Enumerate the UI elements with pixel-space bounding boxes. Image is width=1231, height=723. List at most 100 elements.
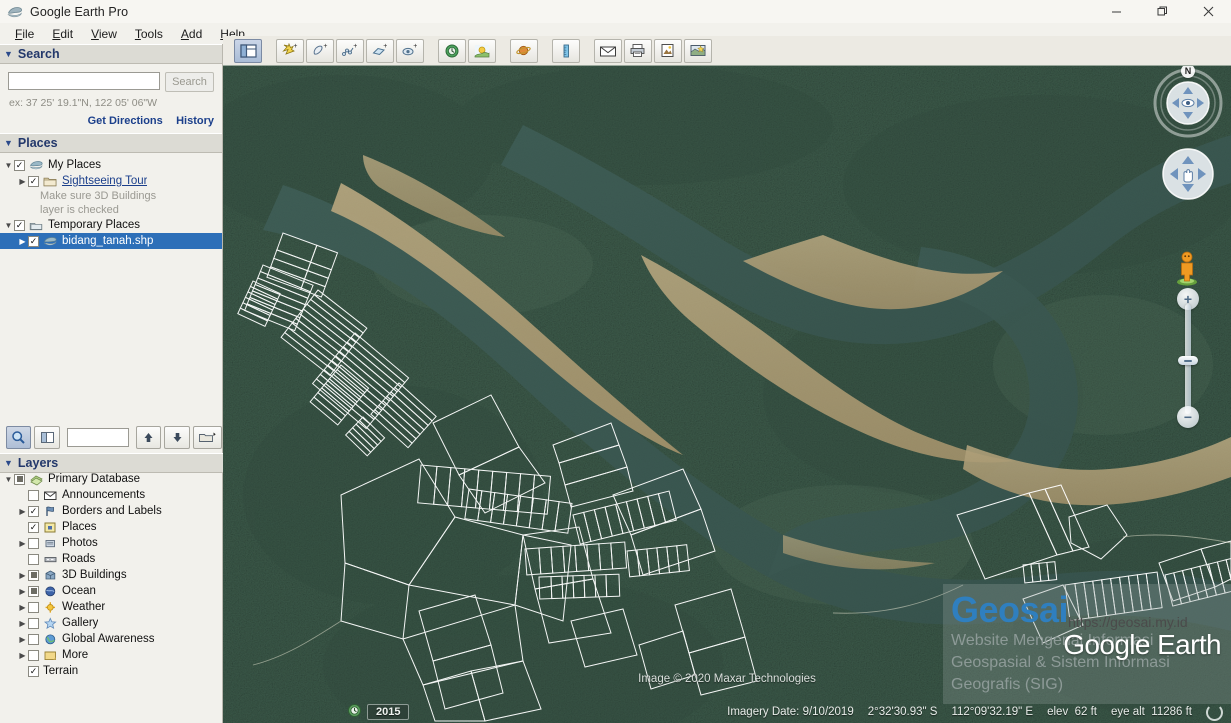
menu-tools[interactable]: Tools xyxy=(126,25,172,43)
chevron-down-icon: ▼ xyxy=(4,138,13,148)
close-button[interactable] xyxy=(1185,0,1231,23)
checkbox[interactable] xyxy=(14,473,25,485)
checkbox[interactable] xyxy=(28,489,39,501)
new-folder-button[interactable] xyxy=(192,425,223,449)
move-joystick[interactable] xyxy=(1160,146,1216,202)
print-button[interactable] xyxy=(624,38,652,63)
checkbox[interactable] xyxy=(28,553,39,565)
move-down-button[interactable] xyxy=(164,425,190,449)
add-placemark-button[interactable]: + xyxy=(276,38,304,63)
checkbox[interactable] xyxy=(28,649,39,661)
layers-item-more[interactable]: ▶ More xyxy=(0,647,222,663)
zoom-slider[interactable]: + − xyxy=(1177,288,1199,428)
expand-arrow-icon[interactable]: ▼ xyxy=(3,221,14,230)
zoom-handle[interactable] xyxy=(1178,356,1198,365)
email-button[interactable] xyxy=(594,38,622,63)
checkbox[interactable]: ✓ xyxy=(28,235,39,247)
history-link[interactable]: History xyxy=(176,115,214,127)
toggle-sidebar-button[interactable] xyxy=(234,38,262,63)
add-path-button[interactable]: + xyxy=(336,38,364,63)
sunlight-button[interactable] xyxy=(468,38,496,63)
checkbox[interactable] xyxy=(28,601,39,613)
layers-item-label: 3D Buildings xyxy=(62,569,127,581)
add-image-overlay-button[interactable]: + xyxy=(366,38,394,63)
checkbox[interactable] xyxy=(28,569,39,581)
switch-to-sky-button[interactable] xyxy=(510,38,538,63)
get-directions-link[interactable]: Get Directions xyxy=(88,115,163,127)
search-input[interactable] xyxy=(8,72,160,90)
collapse-arrow-icon[interactable]: ▶ xyxy=(17,507,28,516)
layers-item-borders-and-labels[interactable]: ▶ ✓ Borders and Labels xyxy=(0,503,222,519)
places-item-temporary-places[interactable]: ▼ ✓ Temporary Places xyxy=(0,217,222,233)
record-tour-button[interactable]: + xyxy=(396,38,424,63)
menu-add[interactable]: Add xyxy=(172,25,211,43)
checkbox[interactable] xyxy=(28,537,39,549)
look-joystick[interactable]: N xyxy=(1153,64,1223,138)
historical-year-label[interactable]: 2015 xyxy=(367,704,410,720)
places-section-header[interactable]: ▼ Places xyxy=(0,133,222,153)
layers-item-roads[interactable]: ▶ Roads xyxy=(0,551,222,567)
checkbox[interactable]: ✓ xyxy=(28,175,39,187)
collapse-arrow-icon[interactable]: ▶ xyxy=(17,635,28,644)
search-section-header[interactable]: ▼ Search xyxy=(0,44,222,64)
checkbox[interactable]: ✓ xyxy=(14,159,25,171)
layers-item-places[interactable]: ▶ ✓ Places xyxy=(0,519,222,535)
show-ruler-button[interactable] xyxy=(552,38,580,63)
north-indicator[interactable]: N xyxy=(1181,64,1195,78)
collapse-arrow-icon[interactable]: ▶ xyxy=(17,587,28,596)
collapse-arrow-icon[interactable]: ▶ xyxy=(17,177,28,186)
historical-imagery-control[interactable]: 2015 xyxy=(347,703,410,721)
expand-arrow-icon[interactable]: ▼ xyxy=(3,161,14,170)
layers-item-photos[interactable]: ▶ Photos xyxy=(0,535,222,551)
collapse-arrow-icon[interactable]: ▶ xyxy=(17,619,28,628)
checkbox[interactable]: ✓ xyxy=(28,665,39,677)
checkbox[interactable] xyxy=(28,617,39,629)
places-item-sightseeing-tour[interactable]: ▶ ✓ Sightseeing Tour xyxy=(0,173,222,189)
historical-imagery-button[interactable] xyxy=(438,38,466,63)
expand-arrow-icon[interactable]: ▼ xyxy=(3,475,14,484)
places-item-bidang-tanah-shp[interactable]: ▶ ✓ bidang_tanah.shp xyxy=(0,233,222,249)
menu-view[interactable]: View xyxy=(82,25,126,43)
layers-item-global-awareness[interactable]: ▶ Global Awareness xyxy=(0,631,222,647)
checkbox[interactable]: ✓ xyxy=(28,521,39,533)
places-item-my-places[interactable]: ▼ ✓ My Places xyxy=(0,157,222,173)
pegman-icon[interactable] xyxy=(1175,250,1199,286)
map-view[interactable]: N + − Image © 2020 Maxar Technologies Ge… xyxy=(223,36,1231,723)
menu-file[interactable]: File xyxy=(6,25,43,43)
add-polygon-button[interactable]: + xyxy=(306,38,334,63)
checkbox[interactable]: ✓ xyxy=(14,219,25,231)
layers-item-weather[interactable]: ▶ Weather xyxy=(0,599,222,615)
collapse-arrow-icon[interactable]: ▶ xyxy=(17,603,28,612)
places-view-toggle-button[interactable] xyxy=(34,425,60,449)
zoom-out-button[interactable]: − xyxy=(1177,406,1199,428)
layers-item-ocean[interactable]: ▶ Ocean xyxy=(0,583,222,599)
layers-item-gallery[interactable]: ▶ Gallery xyxy=(0,615,222,631)
navigation-controls[interactable]: N xyxy=(1153,64,1223,202)
layers-item-primary-database[interactable]: ▼ Primary Database xyxy=(0,471,222,487)
building-icon xyxy=(43,569,58,582)
save-image-button[interactable] xyxy=(654,38,682,63)
layers-item-label: Weather xyxy=(62,601,106,613)
checkbox[interactable]: ✓ xyxy=(28,505,39,517)
layers-item-terrain[interactable]: ▶ ✓ Terrain xyxy=(0,663,222,679)
layers-item-3d-buildings[interactable]: ▶ 3D Buildings xyxy=(0,567,222,583)
checkbox[interactable] xyxy=(28,633,39,645)
places-filter-input[interactable] xyxy=(66,427,129,447)
imagery-date-label: Imagery Date: xyxy=(727,706,800,718)
move-up-button[interactable] xyxy=(135,425,162,449)
menu-edit[interactable]: Edit xyxy=(43,25,82,43)
collapse-arrow-icon[interactable]: ▶ xyxy=(17,237,28,246)
menu-view-rest: iew xyxy=(98,26,117,41)
layers-item-announcements[interactable]: ▶ Announcements xyxy=(0,487,222,503)
view-in-maps-button[interactable] xyxy=(684,38,712,63)
collapse-arrow-icon[interactable]: ▶ xyxy=(17,571,28,580)
maximize-button[interactable] xyxy=(1139,0,1185,23)
layers-section-header[interactable]: ▼ Layers xyxy=(0,453,226,473)
collapse-arrow-icon[interactable]: ▶ xyxy=(17,651,28,660)
collapse-arrow-icon[interactable]: ▶ xyxy=(17,539,28,548)
places-search-button[interactable] xyxy=(6,425,32,449)
ocean-icon xyxy=(43,585,58,598)
checkbox[interactable] xyxy=(28,585,39,597)
search-button[interactable]: Search xyxy=(165,72,214,92)
minimize-button[interactable] xyxy=(1093,0,1139,23)
